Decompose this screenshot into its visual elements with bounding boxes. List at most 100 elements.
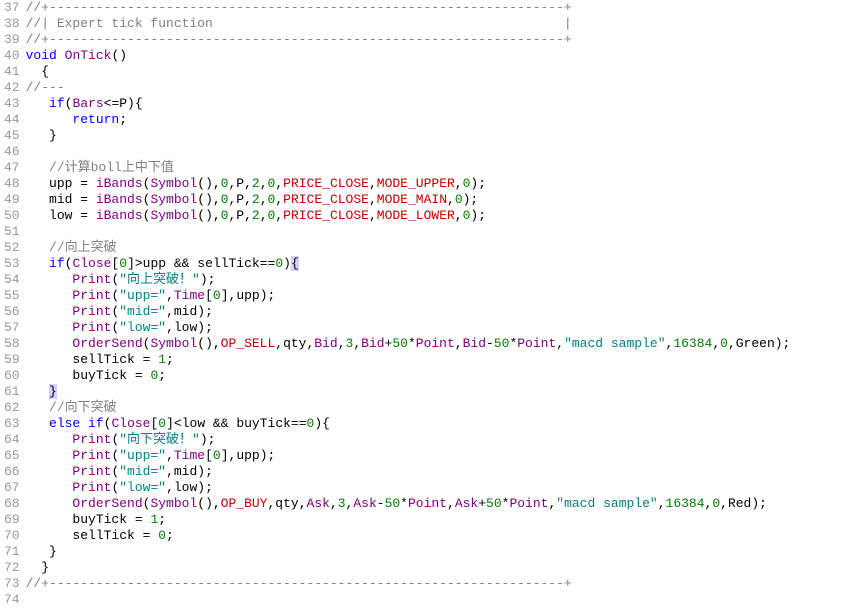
code-line[interactable]: OrderSend(Symbol(),OP_BUY,qty,Ask,3,Ask-… — [26, 496, 842, 512]
code-line[interactable]: buyTick = 1; — [26, 512, 842, 528]
code-token: Point — [509, 496, 548, 511]
code-token: ,low); — [166, 320, 213, 335]
code-line[interactable]: //+-------------------------------------… — [26, 32, 842, 48]
code-line[interactable]: low = iBands(Symbol(),0,P,2,0,PRICE_CLOS… — [26, 208, 842, 224]
code-token — [26, 448, 73, 463]
code-line[interactable]: Print("mid=",mid); — [26, 304, 842, 320]
code-token: Ask — [307, 496, 330, 511]
code-line[interactable]: if(Close[0]>upp && sellTick==0){ — [26, 256, 842, 272]
code-token: Bid — [361, 336, 384, 351]
code-token: (), — [197, 336, 220, 351]
code-token: 0 — [213, 288, 221, 303]
code-token — [26, 320, 73, 335]
code-token: Symbol — [150, 336, 197, 351]
code-token: 0 — [158, 416, 166, 431]
code-line[interactable]: Print("mid=",mid); — [26, 464, 842, 480]
code-token: //向下突破 — [49, 400, 117, 415]
code-token: Bars — [72, 96, 103, 111]
line-number: 66 — [4, 464, 20, 480]
code-editor[interactable]: 3738394041424344454647484950515253545556… — [0, 0, 842, 608]
code-line[interactable]: } — [26, 544, 842, 560]
code-token: "macd sample" — [556, 496, 657, 511]
code-token: Point — [517, 336, 556, 351]
code-token: [ — [205, 448, 213, 463]
code-line[interactable]: upp = iBands(Symbol(),0,P,2,0,PRICE_CLOS… — [26, 176, 842, 192]
line-number: 68 — [4, 496, 20, 512]
code-token: 2 — [252, 192, 260, 207]
code-token: , — [369, 192, 377, 207]
line-number: 62 — [4, 400, 20, 416]
code-token: , — [353, 336, 361, 351]
code-line[interactable]: OrderSend(Symbol(),OP_SELL,qty,Bid,3,Bid… — [26, 336, 842, 352]
code-line[interactable]: buyTick = 0; — [26, 368, 842, 384]
code-line[interactable]: return; — [26, 112, 842, 128]
line-number: 56 — [4, 304, 20, 320]
code-line[interactable]: void OnTick() — [26, 48, 842, 64]
code-token: ]<low && buyTick== — [166, 416, 306, 431]
code-token: OrderSend — [72, 336, 142, 351]
code-line[interactable]: //| Expert tick function | — [26, 16, 842, 32]
code-token: MODE_MAIN — [377, 192, 447, 207]
code-token: - — [377, 496, 385, 511]
code-line[interactable]: else if(Close[0]<low && buyTick==0){ — [26, 416, 842, 432]
code-token: , — [260, 176, 268, 191]
line-number: 40 — [4, 48, 20, 64]
code-token: ); — [200, 272, 216, 287]
code-line[interactable]: //+-------------------------------------… — [26, 0, 842, 16]
code-area[interactable]: //+-------------------------------------… — [26, 0, 842, 608]
code-token: iBands — [96, 176, 143, 191]
code-line[interactable]: Print("upp=",Time[0],upp); — [26, 448, 842, 464]
code-token: Point — [416, 336, 455, 351]
code-line[interactable]: } — [26, 560, 842, 576]
code-line[interactable]: } — [26, 384, 842, 400]
code-token: 0 — [119, 256, 127, 271]
code-token: mid = — [26, 192, 96, 207]
code-line[interactable]: //计算boll上中下值 — [26, 160, 842, 176]
code-token: (), — [197, 208, 220, 223]
code-token: iBands — [96, 208, 143, 223]
code-token: MODE_LOWER — [377, 208, 455, 223]
code-line[interactable] — [26, 144, 842, 160]
code-token: Bid — [463, 336, 486, 351]
code-line[interactable]: Print("向上突破！"); — [26, 272, 842, 288]
code-token — [26, 496, 73, 511]
code-token: ],upp); — [221, 288, 276, 303]
code-token: , — [455, 208, 463, 223]
code-line[interactable]: if(Bars<=P){ — [26, 96, 842, 112]
line-number: 48 — [4, 176, 20, 192]
code-token: ) — [283, 256, 291, 271]
code-token: (), — [197, 192, 220, 207]
line-number: 52 — [4, 240, 20, 256]
code-line[interactable]: sellTick = 1; — [26, 352, 842, 368]
code-token: ,P, — [228, 192, 251, 207]
code-token: + — [478, 496, 486, 511]
code-line[interactable] — [26, 592, 842, 608]
code-token: ; — [166, 528, 174, 543]
code-token: 50 — [385, 496, 401, 511]
code-line[interactable]: Print("upp=",Time[0],upp); — [26, 288, 842, 304]
code-token: Bid — [314, 336, 337, 351]
code-line[interactable]: mid = iBands(Symbol(),0,P,2,0,PRICE_CLOS… — [26, 192, 842, 208]
code-line[interactable]: Print("向下突破！"); — [26, 432, 842, 448]
code-token: if — [49, 256, 65, 271]
code-line[interactable]: //+-------------------------------------… — [26, 576, 842, 592]
code-token: Point — [408, 496, 447, 511]
code-line[interactable]: //向上突破 — [26, 240, 842, 256]
code-token: "upp=" — [119, 448, 166, 463]
code-line[interactable] — [26, 224, 842, 240]
code-token: iBands — [96, 192, 143, 207]
code-token: , — [275, 208, 283, 223]
code-token: , — [455, 336, 463, 351]
code-token: , — [658, 496, 666, 511]
code-line[interactable]: //向下突破 — [26, 400, 842, 416]
code-line[interactable]: Print("low=",low); — [26, 480, 842, 496]
code-line[interactable]: } — [26, 128, 842, 144]
code-line[interactable]: { — [26, 64, 842, 80]
code-token: 50 — [486, 496, 502, 511]
code-line[interactable]: //--- — [26, 80, 842, 96]
line-number: 39 — [4, 32, 20, 48]
code-token: Time — [174, 448, 205, 463]
code-token: 2 — [252, 208, 260, 223]
code-line[interactable]: sellTick = 0; — [26, 528, 842, 544]
code-line[interactable]: Print("low=",low); — [26, 320, 842, 336]
